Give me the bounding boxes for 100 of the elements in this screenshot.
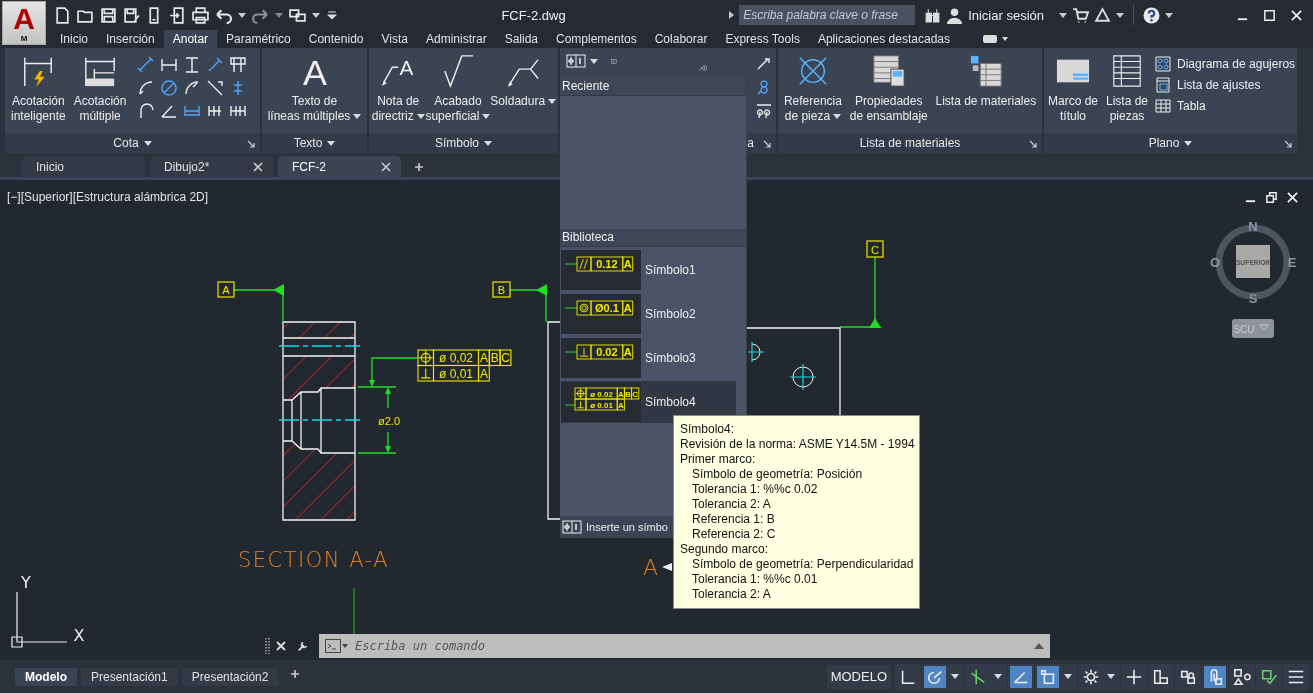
- dimension-icon[interactable]: [137, 102, 156, 120]
- caret-icon[interactable]: [327, 140, 336, 146]
- ribbon-button[interactable]: Marco de título: [1047, 52, 1099, 126]
- close-icon[interactable]: [381, 161, 391, 172]
- caret-icon[interactable]: [238, 12, 246, 18]
- dialog-launcher-icon[interactable]: [1284, 140, 1292, 148]
- layout-tab[interactable]: Modelo: [15, 667, 77, 686]
- user-icon[interactable]: [946, 6, 964, 24]
- ribbon-tab[interactable]: Inserción: [97, 30, 164, 48]
- ribbon-tab[interactable]: Vista: [372, 30, 417, 48]
- caret-icon[interactable]: [1059, 12, 1067, 18]
- status-toggle[interactable]: [1037, 665, 1059, 688]
- panel-title[interactable]: Cota: [113, 136, 139, 150]
- dimension-icon[interactable]: [160, 79, 179, 97]
- command-field[interactable]: Escriba un comando: [353, 638, 1030, 654]
- customize-icon[interactable]: [326, 9, 338, 21]
- ribbon-button[interactable]: Diagrama de agujeros: [1155, 56, 1296, 72]
- ribbon-button[interactable]: Lista de ajustes: [1155, 77, 1296, 93]
- ribbon-button[interactable]: Soldadura: [491, 52, 555, 111]
- ribbon-tab[interactable]: Colaborar: [645, 30, 717, 48]
- caret-icon[interactable]: [1064, 674, 1072, 679]
- search-field[interactable]: Escriba palabra clave o frase: [739, 5, 916, 25]
- gallery-item[interactable]: 0.02 A Símbolo3: [561, 337, 736, 379]
- ribbon-button[interactable]: Acabado superficial: [426, 52, 490, 126]
- ribbon-button[interactable]: A Texto de líneas múltiples: [265, 52, 364, 126]
- document-tab[interactable]: Dibujo2*: [150, 156, 273, 177]
- dimension-icon[interactable]: [160, 56, 179, 74]
- caret-icon[interactable]: [951, 674, 959, 679]
- restore-icon[interactable]: [1265, 191, 1278, 204]
- layout-tab[interactable]: Presentación1: [81, 667, 178, 686]
- panel-title[interactable]: Texto: [293, 136, 323, 150]
- ribbon-tab[interactable]: Contenido: [299, 30, 373, 48]
- panel-title[interactable]: Plano: [1148, 136, 1180, 150]
- save-icon[interactable]: [100, 6, 117, 24]
- caret-icon[interactable]: [1165, 12, 1173, 18]
- workspace-icon[interactable]: [289, 6, 306, 24]
- ribbon-tab[interactable]: Anotar: [163, 30, 218, 48]
- document-tab[interactable]: FCF-2: [278, 156, 401, 177]
- ribbon-tab[interactable]: Aplicaciones destacadas: [808, 30, 959, 48]
- caret-icon[interactable]: [994, 674, 1002, 679]
- sign-in-link[interactable]: Iniciar sesión: [968, 7, 1044, 23]
- model-space-button[interactable]: MODELO: [826, 664, 891, 689]
- toggle-panel-icon[interactable]: [983, 34, 1009, 44]
- cart-icon[interactable]: [1072, 6, 1089, 24]
- compass-label[interactable]: O: [1209, 255, 1221, 270]
- document-tab[interactable]: Inicio: [22, 156, 145, 177]
- application-menu-button[interactable]: A M: [2, 1, 46, 45]
- help-icon[interactable]: [1143, 6, 1160, 24]
- ribbon-tab[interactable]: Paramétrico: [217, 30, 300, 48]
- add-tab-icon[interactable]: [414, 162, 424, 172]
- new-file-icon[interactable]: [54, 6, 71, 24]
- binoculars-icon[interactable]: [924, 6, 942, 24]
- ribbon-button[interactable]: Acotación inteligente: [8, 52, 69, 126]
- caret-icon[interactable]: [143, 140, 152, 146]
- compass-label[interactable]: E: [1287, 255, 1297, 270]
- panel-title[interactable]: a: [747, 136, 754, 150]
- dimension-icon[interactable]: [206, 56, 225, 74]
- network-icon[interactable]: [1094, 6, 1111, 24]
- import-icon[interactable]: [169, 6, 186, 24]
- status-toggle[interactable]: [924, 665, 946, 688]
- gallery-item[interactable]: Ø0.1 A Símbolo2: [561, 293, 736, 335]
- caret-icon[interactable]: [484, 140, 492, 146]
- close-icon[interactable]: [253, 161, 263, 172]
- layout-tab[interactable]: Presentación2: [181, 667, 279, 686]
- ribbon-button[interactable]: Referencia de pieza: [781, 52, 845, 126]
- print-icon[interactable]: [192, 6, 209, 24]
- gallery-item[interactable]: 0.12 A Símbolo1: [561, 249, 736, 291]
- expand-icon[interactable]: [729, 11, 735, 19]
- ribbon-button[interactable]: Tabla: [1155, 98, 1296, 114]
- ribbon-tab[interactable]: Administrar: [416, 30, 496, 48]
- panel-title[interactable]: Símbolo: [435, 136, 479, 150]
- symbol-gallery-button[interactable]: [563, 52, 601, 70]
- caret-icon[interactable]: [275, 12, 283, 18]
- dimension-icon[interactable]: [755, 102, 773, 120]
- panel-title[interactable]: Lista de materiales: [859, 136, 961, 150]
- gallery-item[interactable]: ø 0.02 A B C ø 0.01 A Símbolo4: [561, 381, 736, 423]
- ribbon-tab[interactable]: Complementos: [547, 30, 646, 48]
- dialog-launcher-icon[interactable]: [247, 140, 255, 148]
- caret-icon[interactable]: [1107, 674, 1115, 679]
- dialog-launcher-icon[interactable]: [1029, 140, 1037, 148]
- ribbon-tab[interactable]: Salida: [495, 30, 547, 48]
- ribbon-tab[interactable]: Inicio: [51, 30, 97, 48]
- save-as-icon[interactable]: [123, 6, 140, 24]
- caret-icon[interactable]: [1184, 140, 1193, 146]
- ribbon-button[interactable]: Acotación múltiple: [70, 52, 130, 126]
- dialog-launcher-icon[interactable]: [763, 140, 771, 148]
- add-tab-icon[interactable]: [290, 669, 301, 679]
- close-icon[interactable]: [275, 640, 287, 652]
- ribbon-tab[interactable]: Express Tools: [716, 30, 809, 48]
- ribbon-button[interactable]: Lista de piezas: [1101, 52, 1153, 126]
- ribbon-button[interactable]: A Nota de directriz: [372, 52, 425, 126]
- drag-handle-icon[interactable]: [265, 637, 271, 655]
- dimension-icon[interactable]: [137, 56, 156, 74]
- ribbon-button[interactable]: Lista de materiales: [932, 52, 1039, 111]
- caret-icon[interactable]: [1116, 12, 1124, 18]
- wrench-icon[interactable]: [297, 640, 309, 652]
- viewport-label[interactable]: [−][Superior][Estructura alámbrica 2D]: [7, 190, 209, 204]
- ribbon-button[interactable]: Propiedades de ensamblaje: [846, 52, 931, 126]
- caret-icon[interactable]: [312, 12, 320, 18]
- expand-icon[interactable]: [1034, 643, 1044, 649]
